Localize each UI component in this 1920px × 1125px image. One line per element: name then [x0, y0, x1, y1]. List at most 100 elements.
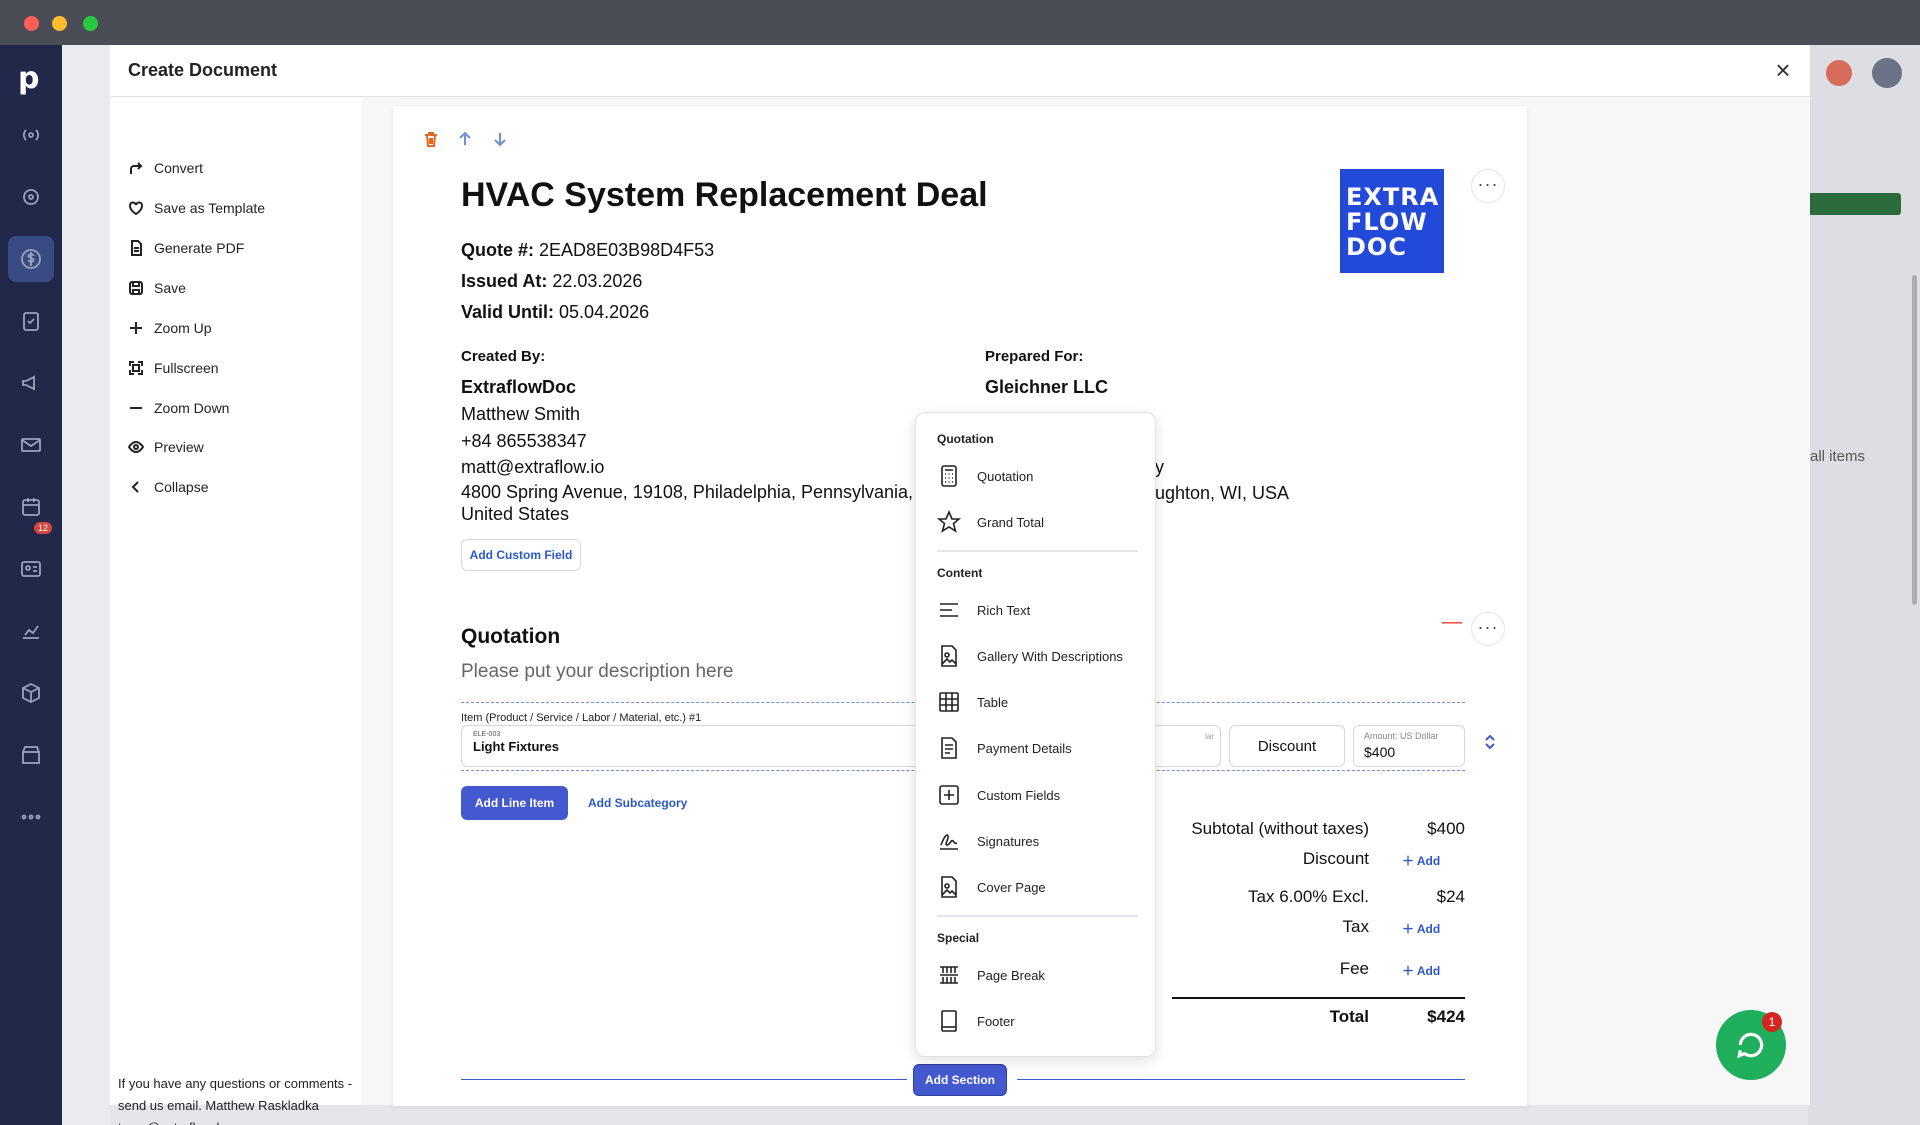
tasks-icon[interactable] — [17, 307, 45, 335]
creator-email[interactable]: matt@extraflow.io — [461, 455, 604, 479]
megaphone-icon[interactable] — [17, 369, 45, 397]
section-description[interactable]: Please put your description here — [461, 661, 734, 683]
add-tax-button[interactable]: ＋ Add — [1402, 920, 1440, 937]
creator-address[interactable]: 4800 Spring Avenue, 19108, Philadelphia,… — [461, 481, 931, 525]
convert-button[interactable]: Convert — [128, 156, 203, 180]
insights-chart-icon[interactable] — [17, 617, 45, 645]
arrow-down-icon[interactable] — [491, 130, 509, 148]
dropdown-item-payment-details[interactable]: Payment Details — [937, 735, 1072, 761]
collapse-button[interactable]: Collapse — [128, 475, 208, 499]
contacts-card-icon[interactable] — [17, 555, 45, 583]
calculator-icon — [941, 465, 957, 487]
save-as-template-button[interactable]: Save as Template — [128, 196, 265, 220]
file-icon — [128, 240, 144, 256]
zoom-down-button[interactable]: Zoom Down — [128, 396, 229, 420]
footer-icon — [941, 1010, 957, 1032]
dropdown-item-rich-text[interactable]: Rich Text — [937, 597, 1030, 623]
prepared-for-heading: Prepared For: — [985, 348, 1084, 365]
share-arrow-icon — [128, 160, 144, 176]
dropdown-item-footer[interactable]: Footer — [937, 1008, 1015, 1034]
arrow-up-icon[interactable] — [456, 130, 474, 148]
zoom-up-button[interactable]: Zoom Up — [128, 316, 212, 340]
issued-at[interactable]: Issued At: 22.03.2026 — [461, 271, 642, 292]
creator-company[interactable]: ExtraflowDoc — [461, 377, 576, 398]
background-avatar[interactable] — [1872, 58, 1902, 88]
add-fee-button[interactable]: ＋ Add — [1402, 962, 1440, 979]
subtotal-value: $400 — [1427, 819, 1465, 838]
dropdown-separator — [937, 915, 1138, 917]
background-notification-icon[interactable] — [1826, 60, 1852, 86]
client-address-partial[interactable]: ughton, WI, USA — [1155, 481, 1289, 505]
save-as-template-label: Save as Template — [154, 200, 266, 216]
trash-icon[interactable] — [422, 130, 440, 148]
close-icon[interactable]: × — [1770, 57, 1796, 83]
broadcast-icon[interactable] — [17, 121, 45, 149]
page-break-icon — [940, 966, 958, 984]
heart-icon — [128, 200, 144, 216]
add-section-dropdown: Quotation Quotation Grand Total Content … — [915, 412, 1156, 1057]
target-icon[interactable] — [17, 183, 45, 211]
zoom-down-label: Zoom Down — [154, 400, 230, 416]
dropdown-item-label: Rich Text — [977, 602, 1031, 618]
window-minimize-dot[interactable] — [52, 16, 67, 31]
company-logo[interactable]: EXTRA FLOW DOC — [1340, 169, 1444, 273]
reorder-chevrons-icon[interactable] — [1483, 734, 1497, 750]
add-line-item-button[interactable]: Add Line Item — [461, 786, 568, 820]
window-zoom-dot[interactable] — [83, 16, 98, 31]
dropdown-item-signatures[interactable]: Signatures — [937, 828, 1039, 854]
add-fee-label: Add — [1416, 964, 1441, 978]
add-section-line-right — [1017, 1079, 1465, 1080]
dropdown-item-label: Grand Total — [977, 514, 1044, 530]
convert-label: Convert — [154, 160, 204, 176]
amount-field[interactable]: Amount: US Dollar $400 — [1353, 725, 1465, 767]
dropdown-item-quotation[interactable]: Quotation — [937, 463, 1033, 489]
pipedrive-logo-icon[interactable]: p — [18, 61, 39, 96]
dropdown-item-custom-fields[interactable]: Custom Fields — [937, 782, 1060, 808]
deals-dollar-icon[interactable] — [8, 236, 54, 282]
header-more-button[interactable]: ··· — [1471, 169, 1505, 203]
plus-icon — [128, 320, 144, 336]
dropdown-item-grand-total[interactable]: Grand Total — [937, 509, 1044, 535]
more-dots-icon[interactable] — [17, 803, 45, 831]
products-box-icon[interactable] — [17, 679, 45, 707]
dropdown-item-label: Table — [977, 694, 1009, 710]
calendar-badge: 12 — [34, 522, 53, 534]
dropdown-item-cover-page[interactable]: Cover Page — [937, 874, 1046, 900]
marketplace-store-icon[interactable] — [17, 741, 45, 769]
add-section-button[interactable]: Add Section — [913, 1064, 1007, 1096]
dropdown-item-page-break[interactable]: Page Break — [937, 962, 1045, 988]
calendar-icon[interactable] — [17, 493, 45, 521]
background-progress-bar — [1808, 193, 1901, 215]
background-all-items-text: all items — [1810, 448, 1866, 465]
valid-until[interactable]: Valid Until: 05.04.2026 — [461, 302, 649, 323]
client-company[interactable]: Gleichner LLC — [985, 377, 1108, 398]
text-lines-icon — [940, 603, 958, 617]
add-subcategory-link[interactable]: Add Subcategory — [588, 796, 687, 810]
generate-pdf-button[interactable]: Generate PDF — [128, 236, 244, 260]
section-more-button[interactable]: ··· — [1471, 612, 1505, 646]
window-close-dot[interactable] — [24, 16, 39, 31]
dropdown-item-table[interactable]: Table — [937, 689, 1008, 715]
add-custom-field-button[interactable]: Add Custom Field — [461, 539, 581, 571]
preview-button[interactable]: Preview — [128, 435, 204, 459]
document-title[interactable]: HVAC System Replacement Deal — [461, 176, 988, 215]
mail-icon[interactable] — [17, 431, 45, 459]
background-scrollbar[interactable] — [1912, 275, 1917, 605]
issued-label: Issued At: — [461, 271, 548, 291]
section-title[interactable]: Quotation — [461, 625, 560, 649]
generate-pdf-label: Generate PDF — [154, 240, 245, 256]
creator-phone[interactable]: +84 865538347 — [461, 429, 587, 453]
quote-number[interactable]: Quote #: 2EAD8E03B98D4F53 — [461, 240, 714, 261]
fullscreen-button[interactable]: Fullscreen — [128, 356, 219, 380]
item-select[interactable]: ELE-003 Light Fixtures — [461, 725, 921, 767]
discount-field[interactable]: Discount — [1229, 725, 1345, 767]
dropdown-item-gallery[interactable]: Gallery With Descriptions — [937, 643, 1123, 669]
remove-section-icon[interactable]: — — [1441, 612, 1463, 634]
dropdown-item-label: Custom Fields — [977, 787, 1061, 803]
creator-name[interactable]: Matthew Smith — [461, 402, 580, 426]
add-discount-button[interactable]: ＋ Add — [1402, 852, 1440, 869]
item-name: Light Fixtures — [473, 739, 559, 754]
save-button[interactable]: Save — [128, 276, 186, 300]
client-partial-line[interactable]: y — [1155, 455, 1164, 479]
dropdown-item-label: Footer — [977, 1013, 1015, 1029]
